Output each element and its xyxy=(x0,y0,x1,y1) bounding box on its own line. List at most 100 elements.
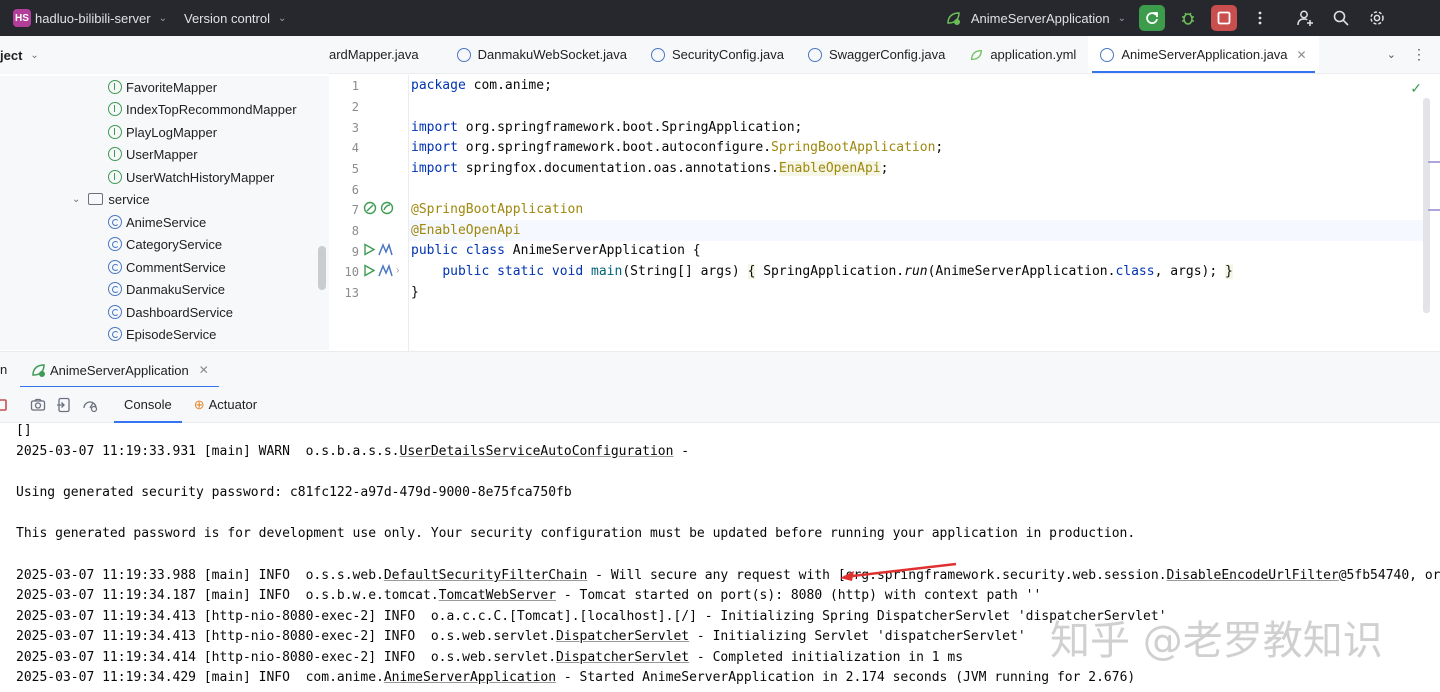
project-panel-header[interactable]: ject ⌄ xyxy=(0,36,329,74)
tree-item-label: DashboardService xyxy=(126,304,233,320)
gutter-run-icons[interactable] xyxy=(363,243,393,256)
search-button[interactable] xyxy=(1328,5,1354,31)
console-link[interactable]: DefaultSecurityFilterChain xyxy=(384,568,588,583)
tree-item-dashboardservice[interactable]: DashboardService xyxy=(108,301,233,323)
scroll-marker xyxy=(1428,209,1440,211)
editor-scrollbar[interactable] xyxy=(1423,98,1430,313)
tree-item-label: UserWatchHistoryMapper xyxy=(126,169,275,185)
chevron-down-icon[interactable]: ⌄ xyxy=(1118,13,1126,24)
console-link[interactable]: DispatcherServlet xyxy=(556,650,689,665)
red-arrow-annotation xyxy=(840,562,957,581)
chevron-down-icon[interactable]: ⌄ xyxy=(278,13,286,24)
gutter-spring-icons[interactable] xyxy=(363,201,394,215)
tab-danmakuwebsocket[interactable]: DanmakuWebSocket.java xyxy=(445,36,639,73)
tree-item-favoritemapper[interactable]: FavoriteMapper xyxy=(108,76,217,98)
chevron-down-icon[interactable]: ⌄ xyxy=(1387,48,1396,61)
class-icon xyxy=(807,47,822,62)
console-link[interactable]: TomcatWebServer xyxy=(439,588,556,603)
tree-item-playlogmapper[interactable]: PlayLogMapper xyxy=(108,121,217,143)
class-icon xyxy=(108,327,122,341)
tree-item-commentservice[interactable]: CommentService xyxy=(108,256,226,278)
line-number: 10 xyxy=(344,265,359,279)
actuator-icon: ⊕ xyxy=(193,396,205,412)
add-user-button[interactable] xyxy=(1292,5,1318,31)
tree-item-usermapper[interactable]: UserMapper xyxy=(108,143,198,165)
spring-bean-icon xyxy=(380,201,394,215)
rerun-icon xyxy=(1146,12,1158,24)
console-line: 2025-03-07 11:19:34.414 [http-nio-8080-e… xyxy=(16,650,964,665)
chevron-down-icon[interactable]: ⌄ xyxy=(72,194,80,205)
tree-item-label: PlayLogMapper xyxy=(126,124,218,140)
tree-item-userwatchhistorymapper[interactable]: UserWatchHistoryMapper xyxy=(108,166,274,188)
tab-label: application.yml xyxy=(990,47,1077,62)
more-vertical-icon[interactable]: ⋮ xyxy=(1412,46,1426,63)
tree-item-episodeservice[interactable]: EpisodeService xyxy=(108,323,216,345)
export-icon[interactable] xyxy=(56,397,72,413)
project-name[interactable]: hadluo-bilibili-server xyxy=(35,11,151,26)
close-icon[interactable]: ✕ xyxy=(199,363,209,377)
code-editor[interactable]: 1 2 3 4 5 6 7 8 9 10 13 › package com.an… xyxy=(329,75,1440,351)
close-icon[interactable]: ✕ xyxy=(1297,48,1307,62)
chevron-down-icon[interactable]: ⌄ xyxy=(30,50,38,61)
gutter-divider xyxy=(408,75,409,351)
console-link[interactable]: UserDetailsServiceAutoConfiguration xyxy=(400,444,674,459)
tab-swaggerconfig[interactable]: SwaggerConfig.java xyxy=(796,36,957,73)
run-icon xyxy=(364,264,376,277)
version-control-menu[interactable]: Version control xyxy=(184,11,270,26)
debug-button[interactable] xyxy=(1175,5,1201,31)
tree-item-service[interactable]: ⌄ service xyxy=(72,188,150,210)
tree-item-categoryservice[interactable]: CategoryService xyxy=(108,233,222,255)
spring-mapping-icon xyxy=(378,243,393,256)
console-link[interactable]: AnimeServerApplication xyxy=(384,670,556,685)
folder-icon xyxy=(88,193,104,205)
current-line-highlight xyxy=(409,220,1427,241)
run-configuration-selector[interactable]: AnimeServerApplication ⌄ xyxy=(945,10,1126,26)
class-icon xyxy=(108,305,122,319)
tab-securityconfig[interactable]: SecurityConfig.java xyxy=(639,36,796,73)
title-bar: HS hadluo-bilibili-server ⌄ Version cont… xyxy=(0,0,1440,36)
tree-item-animeservice[interactable]: AnimeService xyxy=(108,211,206,233)
rerun-button[interactable] xyxy=(1139,5,1165,31)
spring-leaf-icon xyxy=(947,12,960,25)
project-badge[interactable]: HS xyxy=(13,9,31,27)
fold-chevron-icon[interactable]: › xyxy=(396,265,399,276)
console-link[interactable]: DisableEncodeUrlFilter xyxy=(1167,568,1339,583)
tab-application-yml[interactable]: application.yml xyxy=(957,36,1088,73)
tree-item-indextoprecommondmapper[interactable]: IndexTopRecommondMapper xyxy=(108,98,297,120)
tab-animeserverapplication[interactable]: AnimeServerApplication.java ✕ xyxy=(1088,36,1319,73)
stop-icon[interactable] xyxy=(0,397,16,413)
run-config-label: AnimeServerApplication xyxy=(970,10,1110,26)
run-tab-label: AnimeServerApplication xyxy=(50,362,189,378)
tab-console[interactable]: Console xyxy=(114,387,182,423)
watermark: 知乎 @老罗教知识 xyxy=(1050,618,1383,664)
code-line-9: public class AnimeServerApplication { xyxy=(411,243,701,258)
class-icon xyxy=(456,47,471,62)
line-number: 1 xyxy=(351,79,359,93)
more-actions-button[interactable] xyxy=(1247,5,1273,31)
tab-ardmapper[interactable]: ardMapper.java xyxy=(329,36,431,73)
check-icon[interactable]: ✓ xyxy=(1410,80,1422,97)
camera-icon[interactable] xyxy=(30,397,46,413)
chevron-down-icon[interactable]: ⌄ xyxy=(159,13,167,24)
tab-label: DanmakuWebSocket.java xyxy=(477,47,627,62)
code-line-10: public static void main(String[] args) {… xyxy=(442,264,1233,279)
tree-item-label: AnimeService xyxy=(126,214,207,230)
tab-label: AnimeServerApplication.java xyxy=(1121,47,1288,62)
run-tab-animeserverapplication[interactable]: AnimeServerApplication ✕ xyxy=(20,352,219,388)
line-number: 13 xyxy=(344,286,359,300)
console-line: Using generated security password: c81fc… xyxy=(16,485,572,500)
tree-item-label: FavoriteMapper xyxy=(126,79,218,95)
tree-item-danmakuservice[interactable]: DanmakuService xyxy=(108,278,225,300)
stop-button[interactable] xyxy=(1211,5,1237,31)
settings-button[interactable] xyxy=(1364,5,1390,31)
console-link[interactable]: DispatcherServlet xyxy=(556,629,689,644)
gauge-icon[interactable] xyxy=(82,397,98,413)
console-line: [] xyxy=(16,423,32,438)
run-tool-window-header: n AnimeServerApplication ✕ xyxy=(0,351,1440,388)
tree-scrollbar[interactable] xyxy=(318,246,326,290)
line-number: 7 xyxy=(351,203,359,217)
console-line: 2025-03-07 11:19:33.988 [main] INFO o.s.… xyxy=(16,568,1440,583)
project-panel-title: ject xyxy=(0,47,23,63)
tab-actuator[interactable]: ⊕ Actuator xyxy=(194,397,257,413)
gutter-run-icons[interactable]: › xyxy=(363,264,399,277)
